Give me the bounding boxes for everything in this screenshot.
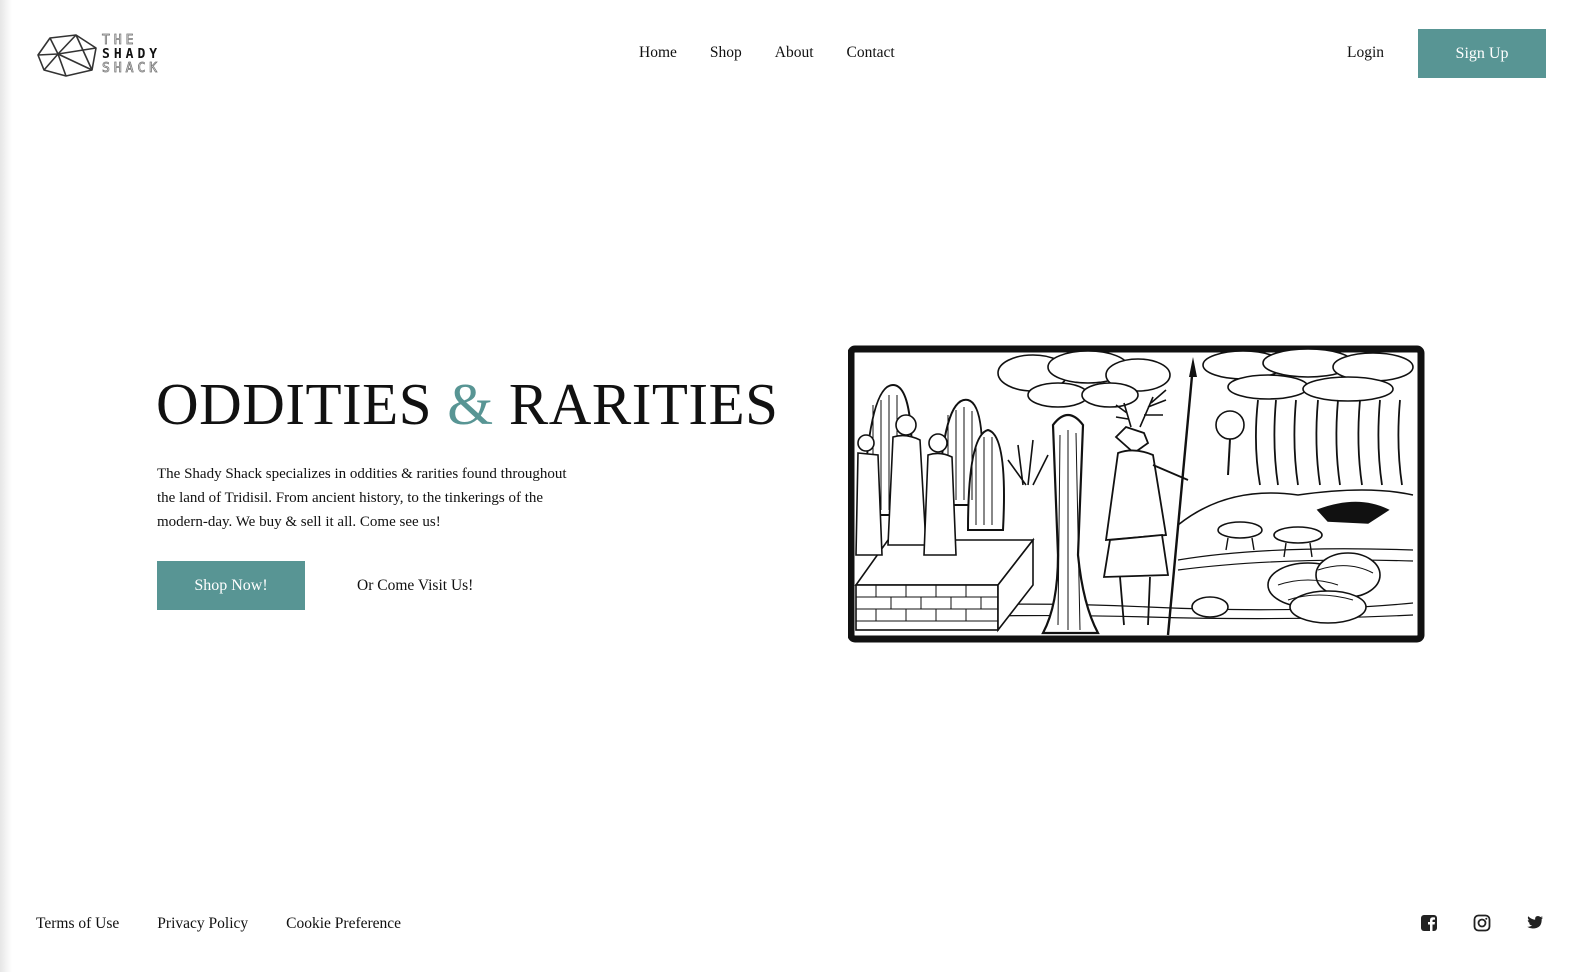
terms-of-use-link[interactable]: Terms of Use (36, 915, 119, 933)
hero-description: The Shady Shack specializes in oddities … (157, 466, 567, 530)
hero-title: ODDITIES & RARITIES (156, 370, 778, 439)
main-nav: Home Shop About Contact (639, 44, 928, 62)
social-links (1420, 914, 1544, 932)
page: THE SHADY SHACK Home Shop About Contact … (0, 0, 1583, 972)
logo[interactable]: THE SHADY SHACK (36, 31, 186, 79)
gem-logo-icon (37, 34, 97, 77)
logo-line-the: THE (102, 33, 138, 48)
instagram-icon[interactable] (1473, 914, 1491, 932)
hero-title-ampersand: & (447, 371, 494, 437)
logo-line-shack: SHACK (102, 61, 162, 76)
nav-home[interactable]: Home (639, 44, 677, 62)
logo-wordmark: THE SHADY SHACK (102, 33, 162, 76)
window-edge-shadow (0, 0, 12, 972)
woodcut-illustration (848, 345, 1425, 643)
nav-about[interactable]: About (775, 44, 814, 62)
footer-links: Terms of Use Privacy Policy Cookie Prefe… (36, 915, 439, 933)
login-link[interactable]: Login (1347, 44, 1384, 62)
nav-shop[interactable]: Shop (710, 44, 742, 62)
privacy-policy-link[interactable]: Privacy Policy (157, 915, 248, 933)
shop-now-button[interactable]: Shop Now! (157, 561, 305, 610)
facebook-icon[interactable] (1420, 914, 1438, 932)
hero-title-oddities: ODDITIES (156, 371, 448, 437)
hero-title-rarities: RARITIES (493, 371, 779, 437)
sign-up-button[interactable]: Sign Up (1418, 29, 1546, 78)
cookie-preference-link[interactable]: Cookie Preference (286, 915, 401, 933)
visit-us-link[interactable]: Or Come Visit Us! (357, 577, 473, 595)
logo-line-shady: SHADY (102, 47, 162, 62)
nav-contact[interactable]: Contact (847, 44, 895, 62)
twitter-icon[interactable] (1526, 914, 1544, 932)
